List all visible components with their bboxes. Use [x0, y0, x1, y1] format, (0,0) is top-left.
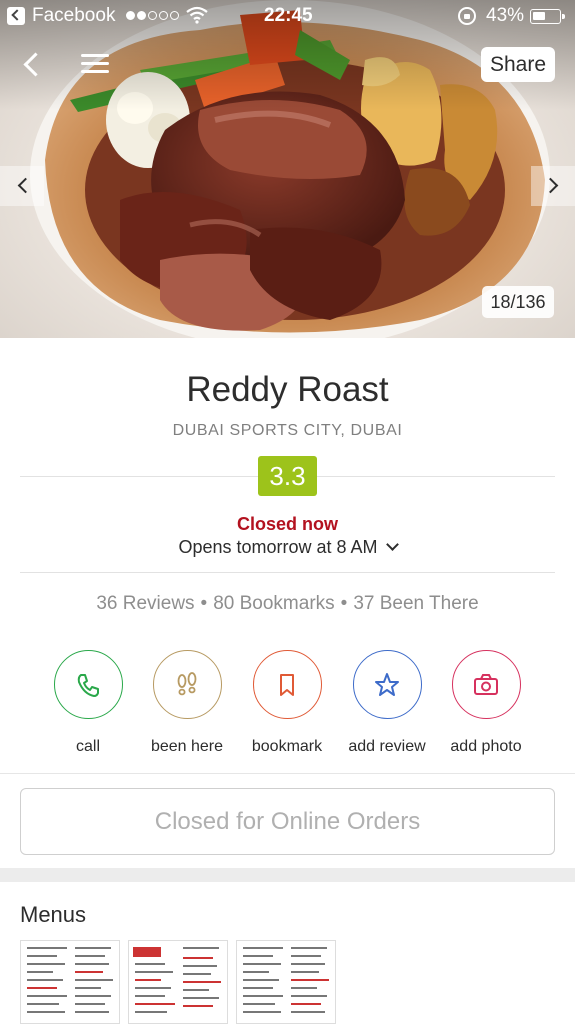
open-status: Closed now: [236, 514, 338, 534]
menu-thumbnail[interactable]: [236, 940, 336, 1024]
status-bar: Facebook 22:45 43%: [0, 0, 575, 32]
menu-icon[interactable]: [81, 54, 109, 74]
stats-line: 36 Reviews • 80 Bookmarks • 37 Been There: [0, 593, 575, 615]
signal-icon: [126, 11, 179, 20]
been-here-label: been here: [150, 738, 224, 755]
menu-thumbnail[interactable]: [20, 940, 120, 1024]
next-photo-icon[interactable]: [531, 166, 575, 206]
bookmark-button[interactable]: bookmark: [232, 650, 342, 756]
restaurant-locality[interactable]: DUBAI SPORTS CITY, DUBAI: [0, 422, 575, 440]
section-separator: [0, 868, 575, 882]
call-circle: [53, 650, 123, 719]
previous-photo-icon[interactable]: [0, 166, 44, 206]
wifi-icon: [186, 6, 208, 30]
back-icon[interactable]: [20, 52, 44, 76]
status-app-name[interactable]: Facebook: [32, 5, 115, 27]
phone-icon: [77, 673, 99, 697]
add-review-button[interactable]: add review: [332, 650, 442, 756]
menus-title: Menus: [20, 902, 87, 927]
separator: •: [340, 593, 348, 614]
chevron-down-icon: [385, 538, 399, 551]
call-label: call: [75, 738, 100, 755]
back-to-app-icon[interactable]: [7, 7, 25, 25]
opening-hours[interactable]: Opens tomorrow at 8 AM: [0, 537, 575, 558]
footprints-icon: [177, 671, 197, 695]
bookmark-circle: [252, 650, 322, 719]
camera-icon: [474, 673, 498, 695]
call-button[interactable]: call: [33, 650, 143, 756]
bookmark-label: bookmark: [251, 738, 323, 755]
online-orders-button[interactable]: Closed for Online Orders: [20, 788, 555, 855]
share-button[interactable]: Share: [481, 47, 555, 82]
star-icon: [375, 672, 399, 696]
photo-counter: 18/136: [482, 286, 554, 318]
add-photo-label: add photo: [450, 738, 522, 755]
restaurant-name: Reddy Roast: [186, 370, 389, 409]
add-photo-circle: [451, 650, 521, 719]
divider: [20, 572, 555, 573]
add-photo-button[interactable]: add photo: [431, 650, 541, 756]
add-review-label: add review: [348, 738, 426, 755]
hero-photo[interactable]: Facebook 22:45 43% Share 18/136: [0, 0, 575, 338]
opening-hours-text: Opens tomorrow at 8 AM: [178, 537, 378, 557]
divider: [0, 773, 575, 774]
bookmarks-count[interactable]: 80 Bookmarks: [213, 593, 334, 614]
rotation-lock-icon: [458, 7, 476, 25]
been-here-button[interactable]: been here: [132, 650, 242, 756]
separator: •: [200, 593, 208, 614]
action-bar: call been here bookmark add review add p…: [0, 650, 575, 760]
add-review-circle: [352, 650, 422, 719]
rating-badge[interactable]: 3.3: [258, 456, 317, 496]
status-time: 22:45: [264, 5, 313, 26]
been-here-circle: [152, 650, 222, 719]
battery-icon: [530, 9, 565, 24]
reviews-count[interactable]: 36 Reviews: [96, 593, 194, 614]
battery-percent: 43%: [486, 5, 525, 26]
bookmark-icon: [280, 673, 294, 696]
menu-thumbnail[interactable]: [128, 940, 228, 1024]
been-there-count[interactable]: 37 Been There: [353, 593, 478, 614]
